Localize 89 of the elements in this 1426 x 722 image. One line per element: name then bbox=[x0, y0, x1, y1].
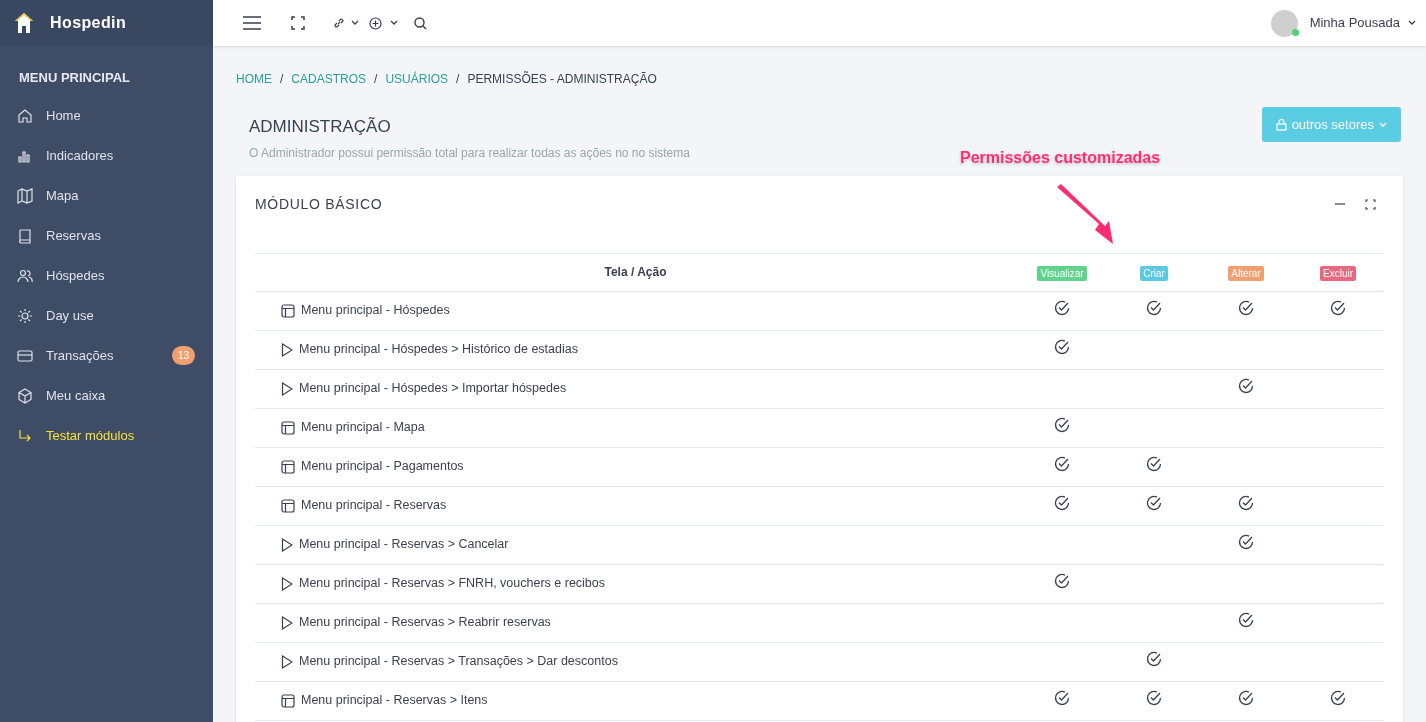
screen-action-label: Menu principal - Mapa bbox=[301, 419, 425, 437]
page-title: ADMINISTRAÇÃO bbox=[249, 116, 392, 138]
screen-action-label: Menu principal - Hóspedes > Histórico de estadias bbox=[299, 341, 578, 359]
sidebar-item[interactable]: Indicadores bbox=[0, 135, 213, 176]
annotation-text: Permissões customizadas bbox=[960, 148, 1161, 168]
house-logo-icon bbox=[14, 12, 34, 34]
play-icon bbox=[281, 576, 293, 591]
credit-card-icon bbox=[17, 347, 33, 364]
breadcrumb-current: PERMISSÕES - ADMINISTRAÇÃO bbox=[467, 70, 657, 88]
sun-icon bbox=[17, 307, 33, 324]
window-icon bbox=[281, 420, 295, 435]
permission-tag: Visualizar bbox=[1037, 266, 1087, 281]
sidebar-heading: MENU PRINCIPAL bbox=[19, 69, 131, 87]
permission-tag: Excluir bbox=[1320, 266, 1356, 281]
count-badge: 13 bbox=[171, 346, 195, 365]
annotation-arrow bbox=[1055, 184, 1115, 246]
screen-action-label: Menu principal - Reservas > FNRH, vouchers e recibos bbox=[299, 575, 606, 593]
window-icon bbox=[281, 303, 295, 318]
check-circle-icon bbox=[1054, 455, 1070, 472]
check-circle-icon bbox=[1238, 299, 1254, 316]
screen-action-label: Menu principal - Reservas > Transações > Dar descontos bbox=[299, 653, 618, 671]
fullscreen-icon[interactable] bbox=[291, 16, 305, 30]
check-circle-icon bbox=[1146, 689, 1162, 706]
sidebar-item[interactable]: Transações 13 bbox=[0, 335, 213, 376]
breadcrumb-separator: / bbox=[280, 71, 284, 88]
check-circle-icon bbox=[1146, 650, 1162, 667]
users-icon bbox=[17, 267, 33, 284]
chevron-down-icon[interactable] bbox=[1408, 20, 1416, 26]
play-icon bbox=[281, 654, 293, 669]
window-icon bbox=[281, 459, 295, 474]
screen-action-label: Menu principal - Reservas > Itens bbox=[301, 692, 488, 710]
column-header: Tela / Ação bbox=[255, 253, 1016, 291]
window-icon bbox=[281, 693, 295, 708]
turn-arrow-icon bbox=[17, 427, 33, 444]
chevron-down-icon bbox=[1379, 121, 1387, 128]
sidebar-item[interactable]: Day use bbox=[0, 295, 213, 336]
page-subtitle: O Administrador possui permissão total para realizar todas as ações no no sistema bbox=[249, 144, 690, 162]
check-circle-icon bbox=[1054, 416, 1070, 433]
check-circle-icon bbox=[1054, 572, 1070, 589]
map-icon bbox=[17, 187, 33, 204]
screen-action-label: Menu principal - Hóspedes > Importar hóspedes bbox=[299, 380, 567, 398]
check-circle-icon bbox=[1238, 689, 1254, 706]
play-icon bbox=[281, 342, 293, 357]
play-icon bbox=[281, 537, 293, 552]
play-icon bbox=[281, 381, 293, 396]
check-circle-icon bbox=[1330, 689, 1346, 706]
check-circle-icon bbox=[1054, 494, 1070, 511]
sidebar-item[interactable]: Home bbox=[0, 95, 213, 136]
plus-circle-icon[interactable] bbox=[369, 16, 382, 30]
search-icon[interactable] bbox=[414, 16, 427, 30]
check-circle-icon bbox=[1238, 611, 1254, 628]
user-name[interactable]: Minha Pousada bbox=[1309, 13, 1400, 33]
chevron-down-icon[interactable] bbox=[390, 20, 398, 26]
sidebar-item[interactable]: Mapa bbox=[0, 175, 213, 216]
window-icon bbox=[281, 498, 295, 513]
check-circle-icon bbox=[1146, 299, 1162, 316]
breadcrumb-separator: / bbox=[374, 71, 378, 88]
screen-action-label: Menu principal - Pagamentos bbox=[301, 458, 464, 476]
check-circle-icon bbox=[1054, 338, 1070, 355]
check-circle-icon bbox=[1054, 299, 1070, 316]
check-circle-icon bbox=[1054, 689, 1070, 706]
sidebar-item[interactable]: Reservas bbox=[0, 215, 213, 256]
play-icon bbox=[281, 615, 293, 630]
permission-tag: Alterar bbox=[1228, 266, 1264, 281]
sidebar-item[interactable]: Meu caixa bbox=[0, 375, 213, 416]
check-circle-icon bbox=[1330, 299, 1346, 316]
check-circle-icon bbox=[1238, 494, 1254, 511]
cube-icon bbox=[17, 387, 33, 404]
lock-icon bbox=[1275, 118, 1287, 131]
check-circle-icon bbox=[1146, 494, 1162, 511]
screen-action-label: Menu principal - Reservas bbox=[301, 497, 447, 515]
fullscreen-icon[interactable] bbox=[1365, 198, 1376, 210]
check-circle-icon bbox=[1238, 377, 1254, 394]
sidebar-item[interactable]: Hóspedes bbox=[0, 255, 213, 296]
menu-icon[interactable] bbox=[243, 16, 261, 30]
breadcrumb-separator: / bbox=[456, 71, 460, 88]
chevron-down-icon[interactable] bbox=[351, 20, 359, 26]
brand-name: Hospedin bbox=[50, 13, 127, 33]
screen-action-label: Menu principal - Reservas > Cancelar bbox=[299, 536, 509, 554]
screen-action-label: Menu principal - Reservas > Reabrir reservas bbox=[299, 614, 551, 632]
link-icon[interactable] bbox=[333, 17, 345, 29]
home-icon bbox=[17, 107, 33, 124]
check-circle-icon bbox=[1238, 533, 1254, 550]
book-icon bbox=[17, 227, 33, 244]
screen-action-label: Menu principal - Hóspedes bbox=[301, 302, 450, 320]
card-title: MÓDULO BÁSICO bbox=[255, 194, 384, 214]
permission-tag: Criar bbox=[1140, 266, 1168, 281]
sidebar-item[interactable]: Testar módulos bbox=[0, 415, 213, 456]
check-circle-icon bbox=[1146, 455, 1162, 472]
